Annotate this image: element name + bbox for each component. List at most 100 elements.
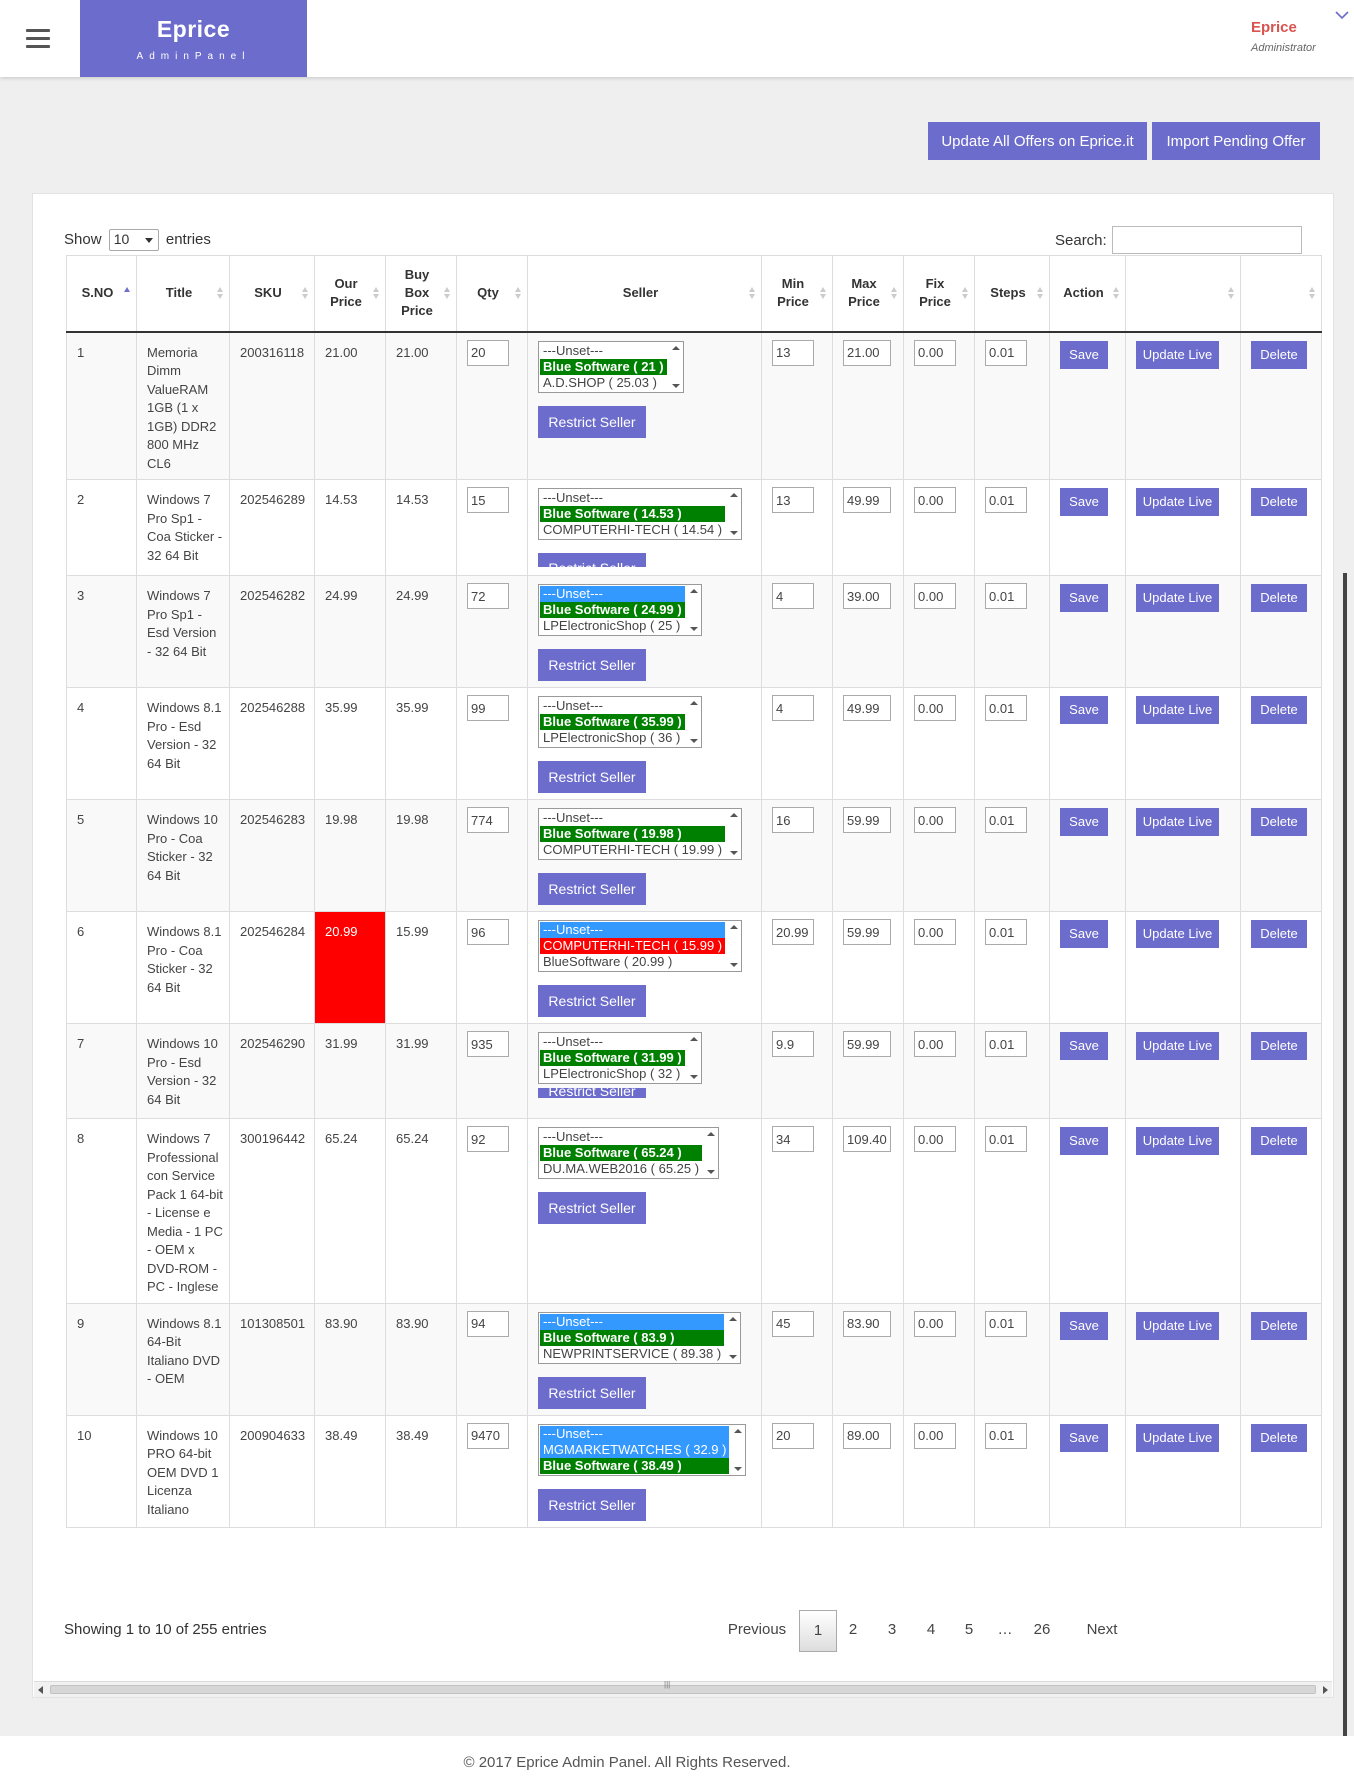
header-col-min-price[interactable]: Min Price [761, 255, 833, 333]
page-size-select[interactable]: 10 [108, 229, 159, 251]
horizontal-scrollbar[interactable]: ||| [34, 1680, 1332, 1697]
seller-option[interactable]: ---Unset--- [540, 1313, 725, 1330]
scroll-arrows-icon[interactable] [689, 1035, 699, 1081]
scroll-arrows-icon[interactable] [729, 923, 739, 969]
seller-listbox[interactable]: ---Unset--- Blue Software ( 24.99 ) LPElec… [538, 584, 702, 636]
seller-listbox[interactable]: ---Unset--- Blue Software ( 83.9 ) NEWPRIN… [538, 1311, 742, 1364]
qty-input[interactable] [467, 1310, 509, 1337]
qty-input[interactable] [467, 1126, 509, 1152]
steps-input[interactable] [985, 919, 1027, 945]
seller-option[interactable]: LPElectronicShop ( 36 ) [540, 730, 685, 746]
save-button[interactable]: Save [1060, 696, 1108, 724]
seller-option[interactable]: Blue Software ( 83.9 ) [540, 1329, 725, 1346]
max-price-input[interactable] [843, 919, 891, 945]
save-button[interactable]: Save [1060, 1032, 1108, 1060]
min-price-input[interactable] [772, 583, 814, 609]
header-col-qty[interactable]: Qty [456, 255, 528, 333]
delete-button[interactable]: Delete [1251, 488, 1307, 516]
save-button[interactable]: Save [1060, 340, 1108, 369]
delete-button[interactable]: Delete [1251, 808, 1307, 836]
restrict-seller-button[interactable]: Restrict Seller [538, 1192, 646, 1224]
fix-price-input[interactable] [914, 1031, 956, 1057]
min-price-input[interactable] [772, 339, 814, 366]
steps-input[interactable] [985, 695, 1027, 721]
seller-option[interactable]: A.D.SHOP ( 25.03 ) [540, 375, 667, 391]
header-col-title[interactable]: Title [136, 255, 230, 333]
steps-input[interactable] [985, 583, 1027, 609]
update-live-button[interactable]: Update Live [1136, 488, 1219, 516]
seller-option[interactable]: Blue Software ( 19.98 ) [540, 826, 726, 842]
scroll-arrows-icon[interactable] [728, 1315, 738, 1361]
min-price-input[interactable] [772, 1422, 814, 1449]
qty-input[interactable] [467, 1422, 509, 1449]
page-5-link[interactable]: 5 [954, 1610, 984, 1652]
max-price-input[interactable] [843, 807, 891, 833]
restrict-seller-button[interactable]: Restrict Seller [538, 405, 646, 438]
min-price-input[interactable] [772, 487, 814, 513]
seller-option[interactable]: Blue Software ( 35.99 ) [540, 714, 685, 730]
header-col-update[interactable] [1125, 255, 1241, 333]
header-col-max-price[interactable]: Max Price [832, 255, 904, 333]
seller-option[interactable]: BlueSoftware ( 20.99 ) [540, 954, 725, 970]
save-button[interactable]: Save [1060, 488, 1108, 516]
save-button[interactable]: Save [1060, 584, 1108, 612]
steps-input[interactable] [985, 339, 1027, 366]
seller-option[interactable]: Blue Software ( 65.24 ) [540, 1145, 703, 1161]
min-price-input[interactable] [772, 1031, 814, 1057]
update-live-button[interactable]: Update Live [1136, 584, 1219, 612]
seller-option[interactable]: ---Unset--- [540, 922, 726, 938]
delete-button[interactable]: Delete [1251, 340, 1307, 369]
seller-option[interactable]: COMPUTERHI-TECH ( 15.99 ) [540, 938, 726, 954]
seller-option[interactable]: Blue Software ( 24.99 ) [540, 602, 685, 618]
qty-input[interactable] [467, 487, 509, 513]
seller-option[interactable]: Blue Software ( 14.53 ) [540, 506, 726, 522]
delete-button[interactable]: Delete [1251, 1127, 1307, 1155]
restrict-seller-button[interactable]: Restrict Seller [538, 1376, 646, 1409]
max-price-input[interactable] [843, 339, 891, 366]
scroll-left-icon[interactable] [38, 1686, 43, 1694]
vertical-scrollbar[interactable] [1343, 573, 1347, 1783]
header-col-our-price[interactable]: Our Price [314, 255, 386, 333]
update-all-offers-button[interactable]: Update All Offers on Eprice.it [928, 122, 1147, 160]
seller-listbox[interactable]: ---Unset--- MGMARKETWATCHES ( 32.9 ) Blue … [538, 1423, 747, 1476]
steps-input[interactable] [985, 487, 1027, 513]
scroll-arrows-icon[interactable] [671, 344, 681, 390]
seller-option[interactable]: ---Unset--- [540, 810, 725, 826]
max-price-input[interactable] [843, 1126, 891, 1152]
import-pending-offer-button[interactable]: Import Pending Offer [1152, 122, 1320, 160]
max-price-input[interactable] [843, 583, 891, 609]
update-live-button[interactable]: Update Live [1136, 808, 1219, 836]
seller-listbox[interactable]: ---Unset--- Blue Software ( 35.99 ) LPElec… [538, 696, 702, 748]
delete-button[interactable]: Delete [1251, 1311, 1307, 1340]
scroll-arrows-icon[interactable] [689, 699, 699, 745]
seller-listbox[interactable]: ---Unset--- Blue Software ( 65.24 ) DU.MA.… [538, 1127, 720, 1179]
restrict-seller-button[interactable]: Restrict Seller [538, 985, 646, 1017]
seller-listbox[interactable]: ---Unset--- Blue Software ( 19.98 ) COMPUT… [538, 808, 743, 860]
qty-input[interactable] [467, 1031, 509, 1057]
scroll-arrows-icon[interactable] [729, 811, 739, 857]
qty-input[interactable] [467, 919, 509, 945]
steps-input[interactable] [985, 1310, 1027, 1337]
previous-page-link[interactable]: Previous [723, 1610, 791, 1652]
restrict-seller-button[interactable]: Restrict Seller [538, 649, 646, 681]
header-col-sku[interactable]: SKU [229, 255, 315, 333]
brand-logo[interactable]: Eprice AdminPanel [80, 0, 307, 77]
min-price-input[interactable] [772, 919, 814, 945]
max-price-input[interactable] [843, 1422, 891, 1449]
update-live-button[interactable]: Update Live [1136, 1032, 1219, 1060]
header-col-seller[interactable]: Seller [527, 255, 762, 333]
scroll-arrows-icon[interactable] [706, 1130, 716, 1176]
scroll-arrows-icon[interactable] [729, 491, 739, 537]
menu-icon[interactable] [26, 29, 50, 49]
seller-option[interactable]: ---Unset--- [540, 586, 685, 602]
seller-option[interactable]: Blue Software ( 21 ) [540, 358, 667, 375]
save-button[interactable]: Save [1060, 1127, 1108, 1155]
restrict-seller-button[interactable]: Restrict Seller [538, 1088, 646, 1098]
delete-button[interactable]: Delete [1251, 920, 1307, 948]
seller-option[interactable]: MGMARKETWATCHES ( 32.9 ) [540, 1441, 730, 1458]
header-col-steps[interactable]: Steps [974, 255, 1050, 333]
seller-option[interactable]: ---Unset--- [540, 490, 725, 506]
save-button[interactable]: Save [1060, 920, 1108, 948]
scroll-right-icon[interactable] [1323, 1686, 1328, 1694]
fix-price-input[interactable] [914, 919, 956, 945]
